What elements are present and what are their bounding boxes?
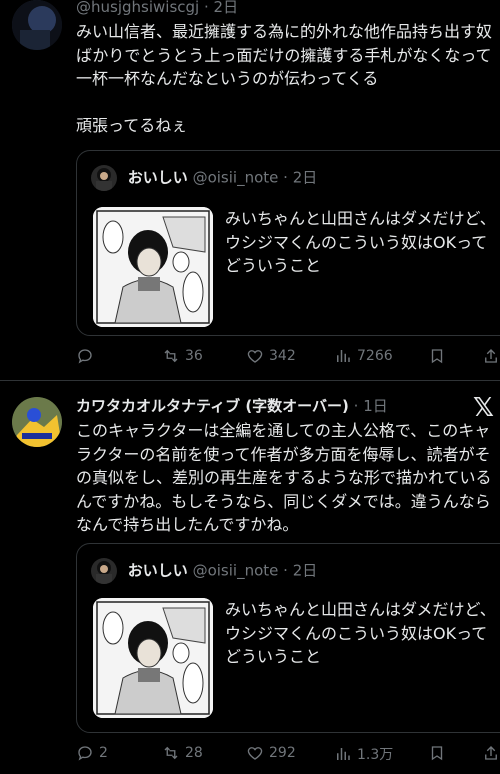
views-icon xyxy=(337,350,350,362)
view-count: 7266 xyxy=(357,348,393,364)
quoted-tweet[interactable]: おいしい @oisii_note · 2日 みいちゃんと山田さんはダメだけど、ウ… xyxy=(76,543,500,733)
quote-header: おいしい @oisii_note · 2日 xyxy=(91,165,317,191)
share-icon xyxy=(485,746,497,760)
reply-count: 2 xyxy=(99,745,108,761)
timestamp[interactable]: 1日 xyxy=(363,397,388,415)
like-button[interactable]: 342 xyxy=(246,347,296,365)
quote-header: おいしい @oisii_note · 2日 xyxy=(91,558,317,584)
tweet-actions: 2 28 292 1.3万 xyxy=(76,744,500,766)
tweet-actions: 36 342 7266 xyxy=(76,347,500,369)
like-button[interactable]: 292 xyxy=(246,744,296,762)
like-count: 342 xyxy=(269,348,296,364)
views-button[interactable]: 1.3万 xyxy=(334,744,393,764)
share-icon xyxy=(485,349,497,363)
manga-panel-image xyxy=(93,598,213,718)
quote-avatar xyxy=(91,558,117,584)
tweet-1[interactable]: @husjghsiwiscgj · 2日 みい山信者、最近擁護する為に的外れな他… xyxy=(0,0,500,380)
manga-panel-image xyxy=(93,207,213,327)
tweet-header: カワタカオルタナティブ (字数オーバー) · 1日 xyxy=(76,395,388,416)
quoted-tweet[interactable]: おいしい @oisii_note · 2日 みいちゃんと山田さんはダメだけど、ウ… xyxy=(76,150,500,336)
quote-author-name: おいしい xyxy=(127,168,188,187)
bookmark-button[interactable] xyxy=(428,744,446,762)
views-icon xyxy=(337,748,350,760)
avatar-image xyxy=(12,397,62,447)
avatar[interactable] xyxy=(12,0,62,50)
reply-button[interactable] xyxy=(76,347,99,365)
quote-author-handle: @oisii_note xyxy=(192,168,279,187)
reply-button[interactable]: 2 xyxy=(76,744,108,762)
like-count: 292 xyxy=(269,745,296,761)
quote-media-thumbnail[interactable] xyxy=(93,598,213,718)
avatar-image xyxy=(12,0,62,50)
view-count: 1.3万 xyxy=(357,747,394,763)
quote-timestamp: 2日 xyxy=(292,168,318,187)
like-icon xyxy=(247,350,263,363)
tweet-text: このキャラクターは全編を通しての主人公格で、このキャラクターの名前を使って作者が… xyxy=(76,421,492,534)
separator-dot: · xyxy=(283,168,288,187)
quote-media-thumbnail[interactable] xyxy=(93,207,213,327)
tweet-2[interactable]: カワタカオルタナティブ (字数オーバー) · 1日 𝕏 このキャラクターは全編を… xyxy=(0,381,500,774)
separator-dot: · xyxy=(353,397,359,415)
tweet-header: @husjghsiwiscgj · 2日 xyxy=(76,0,238,17)
quote-avatar xyxy=(91,165,117,191)
bookmark-button[interactable] xyxy=(428,347,446,365)
quote-author-handle: @oisii_note xyxy=(192,561,279,580)
repost-button[interactable]: 36 xyxy=(162,347,203,365)
share-button[interactable] xyxy=(482,347,500,365)
timestamp[interactable]: 2日 xyxy=(214,0,239,16)
quote-text: みいちゃんと山田さんはダメだけど、ウシジマくんのこういう奴はOKってどういうこと xyxy=(225,209,496,275)
bookmark-icon xyxy=(431,746,443,761)
quote-timestamp: 2日 xyxy=(292,561,318,580)
separator-dot: · xyxy=(203,0,209,16)
reply-icon xyxy=(78,746,92,761)
quote-text: みいちゃんと山田さんはダメだけど、ウシジマくんのこういう奴はOKってどういうこと xyxy=(225,600,496,666)
quote-author-name: おいしい xyxy=(127,561,188,580)
separator-dot: · xyxy=(283,561,288,580)
repost-icon xyxy=(164,746,178,760)
author-handle[interactable]: @husjghsiwiscgj xyxy=(76,0,199,16)
bookmark-icon xyxy=(431,349,443,364)
reply-icon xyxy=(78,349,92,364)
repost-count: 28 xyxy=(185,745,203,761)
like-icon xyxy=(247,747,263,760)
repost-button[interactable]: 28 xyxy=(162,744,203,762)
repost-icon xyxy=(164,349,178,363)
avatar[interactable] xyxy=(12,397,62,447)
repost-count: 36 xyxy=(185,348,203,364)
tweet-text: みい山信者、最近擁護する為に的外れな他作品持ち出す奴ばかりでとうとう上っ面だけの… xyxy=(76,22,493,135)
author-name[interactable]: カワタカオルタナティブ (字数オーバー) xyxy=(76,397,349,415)
share-button[interactable] xyxy=(482,744,500,762)
views-button[interactable]: 7266 xyxy=(334,347,393,365)
